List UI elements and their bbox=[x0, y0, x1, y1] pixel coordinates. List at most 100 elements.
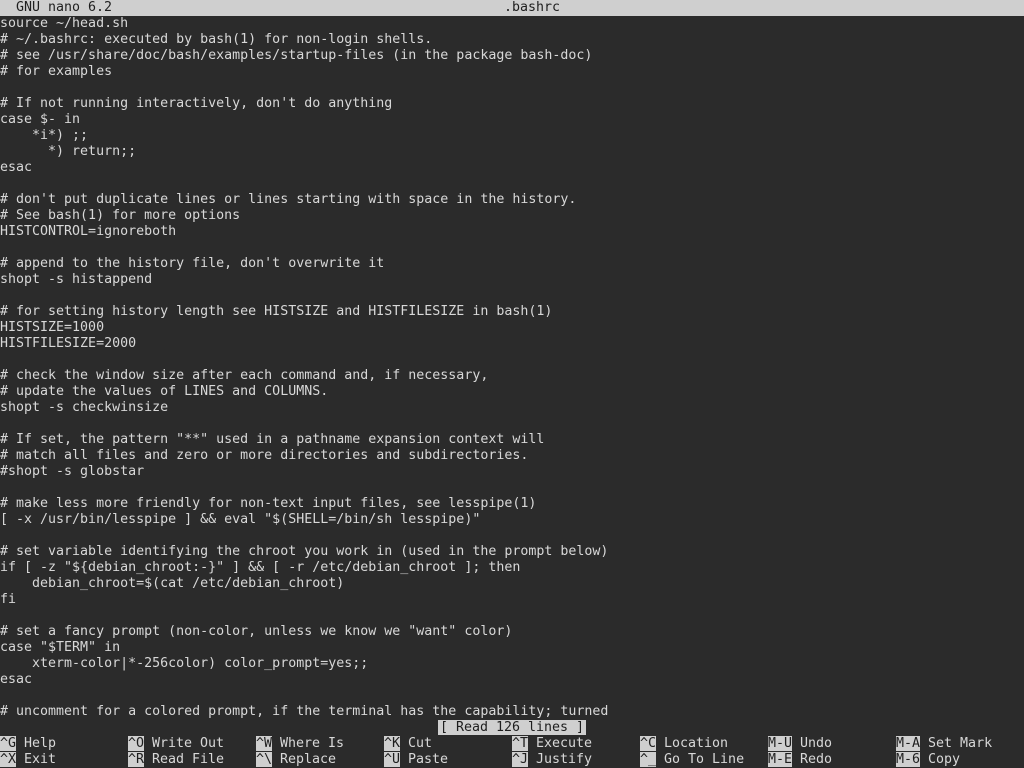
shortcut-bar: ^G Help ^X Exit ^O Write Out ^R Read File ^W Wher… bbox=[0, 736, 1024, 768]
code-line[interactable]: # set a fancy prompt (non-color, unless … bbox=[0, 624, 1024, 640]
code-line[interactable]: # If set, the pattern "**" used in a pat… bbox=[0, 432, 1024, 448]
shortcut-item[interactable]: ^R Read File bbox=[128, 752, 224, 768]
shortcut-label: Redo bbox=[800, 752, 833, 767]
code-line[interactable]: # ~/.bashrc: executed by bash(1) for non… bbox=[0, 32, 1024, 48]
code-line[interactable]: HISTSIZE=1000 bbox=[0, 320, 1024, 336]
shortcut-item[interactable]: ^K Cut bbox=[384, 736, 432, 752]
code-line[interactable]: source ~/head.sh bbox=[0, 16, 1024, 32]
shortcut-label: Undo bbox=[800, 736, 833, 751]
shortcut-key: ^J bbox=[512, 752, 529, 767]
shortcut-label: Go To Line bbox=[664, 752, 745, 767]
shortcut-label: Read File bbox=[152, 752, 225, 767]
shortcut-key: ^T bbox=[512, 736, 529, 751]
code-line[interactable]: fi bbox=[0, 592, 1024, 608]
shortcut-item[interactable]: ^W Where Is bbox=[256, 736, 344, 752]
shortcut-key: ^G bbox=[0, 736, 17, 751]
code-line[interactable]: case $- in bbox=[0, 112, 1024, 128]
code-line[interactable]: case "$TERM" in bbox=[0, 640, 1024, 656]
shortcut-key: M-A bbox=[896, 736, 921, 751]
nano-title-bar: GNU nano 6.2 .bashrc bbox=[0, 0, 1024, 16]
code-line[interactable]: esac bbox=[0, 160, 1024, 176]
shortcut-label: Exit bbox=[24, 752, 57, 767]
shortcut-item[interactable]: ^\ Replace bbox=[256, 752, 336, 768]
code-line[interactable]: # match all files and zero or more direc… bbox=[0, 448, 1024, 464]
code-line[interactable]: # set variable identifying the chroot yo… bbox=[0, 544, 1024, 560]
code-line[interactable] bbox=[0, 240, 1024, 256]
shortcut-item[interactable]: ^G Help bbox=[0, 736, 56, 752]
status-message: [ Read 126 lines ] bbox=[437, 720, 587, 735]
shortcut-label: Justify bbox=[536, 752, 593, 767]
shortcut-item[interactable]: M-A Set Mark bbox=[896, 736, 992, 752]
shortcut-key: ^U bbox=[384, 752, 401, 767]
code-line[interactable]: if [ -z "${debian_chroot:-}" ] && [ -r /… bbox=[0, 560, 1024, 576]
code-line[interactable]: esac bbox=[0, 672, 1024, 688]
shortcut-label: Where Is bbox=[280, 736, 345, 751]
shortcut-label: Copy bbox=[928, 752, 961, 767]
shortcut-item[interactable]: M-6 Copy bbox=[896, 752, 960, 768]
shortcut-label: Paste bbox=[408, 752, 449, 767]
shortcut-label: Cut bbox=[408, 736, 433, 751]
shortcut-key: M-6 bbox=[896, 752, 921, 767]
editor-text-area[interactable]: source ~/head.sh # ~/.bashrc: executed by… bbox=[0, 16, 1024, 720]
code-line[interactable]: # update the values of LINES and COLUMNS… bbox=[0, 384, 1024, 400]
shortcut-key: ^_ bbox=[640, 752, 657, 767]
status-bar: [ Read 126 lines ] bbox=[0, 720, 1024, 736]
editor-version: GNU nano 6.2 bbox=[16, 0, 113, 15]
code-line[interactable]: # append to the history file, don't over… bbox=[0, 256, 1024, 272]
shortcut-item[interactable]: ^U Paste bbox=[384, 752, 448, 768]
code-line[interactable]: # don't put duplicate lines or lines sta… bbox=[0, 192, 1024, 208]
code-line[interactable]: HISTFILESIZE=2000 bbox=[0, 336, 1024, 352]
code-line[interactable] bbox=[0, 80, 1024, 96]
shortcut-label: Replace bbox=[280, 752, 337, 767]
shortcut-key: ^\ bbox=[256, 752, 273, 767]
code-line[interactable]: shopt -s checkwinsize bbox=[0, 400, 1024, 416]
code-line[interactable] bbox=[0, 608, 1024, 624]
shortcut-label: Execute bbox=[536, 736, 593, 751]
shortcut-key: ^O bbox=[128, 736, 145, 751]
shortcut-label: Location bbox=[664, 736, 729, 751]
code-line[interactable]: xterm-color|*-256color) color_prompt=yes… bbox=[0, 656, 1024, 672]
code-line[interactable] bbox=[0, 288, 1024, 304]
shortcut-key: ^W bbox=[256, 736, 273, 751]
shortcut-key: ^K bbox=[384, 736, 401, 751]
code-line[interactable] bbox=[0, 416, 1024, 432]
shortcut-key: ^X bbox=[0, 752, 17, 767]
code-line[interactable]: # See bash(1) for more options bbox=[0, 208, 1024, 224]
code-line[interactable]: # uncomment for a colored prompt, if the… bbox=[0, 704, 1024, 720]
code-line[interactable] bbox=[0, 176, 1024, 192]
shortcut-label: Set Mark bbox=[928, 736, 993, 751]
file-name: .bashrc bbox=[504, 0, 561, 15]
shortcut-key: ^R bbox=[128, 752, 145, 767]
shortcut-label: Write Out bbox=[152, 736, 225, 751]
code-line[interactable]: *i*) ;; bbox=[0, 128, 1024, 144]
shortcut-item[interactable]: M-E Redo bbox=[768, 752, 832, 768]
code-line[interactable] bbox=[0, 688, 1024, 704]
code-line[interactable] bbox=[0, 528, 1024, 544]
code-line[interactable]: # for setting history length see HISTSIZ… bbox=[0, 304, 1024, 320]
code-line[interactable]: [ -x /usr/bin/lesspipe ] && eval "$(SHEL… bbox=[0, 512, 1024, 528]
code-line[interactable]: # check the window size after each comma… bbox=[0, 368, 1024, 384]
code-line[interactable] bbox=[0, 352, 1024, 368]
code-line[interactable]: *) return;; bbox=[0, 144, 1024, 160]
shortcut-key: ^C bbox=[640, 736, 657, 751]
shortcut-item[interactable]: ^J Justify bbox=[512, 752, 592, 768]
code-line[interactable]: # for examples bbox=[0, 64, 1024, 80]
code-line[interactable]: # see /usr/share/doc/bash/examples/start… bbox=[0, 48, 1024, 64]
shortcut-item[interactable]: ^X Exit bbox=[0, 752, 56, 768]
shortcut-key: M-U bbox=[768, 736, 793, 751]
code-line[interactable]: HISTCONTROL=ignoreboth bbox=[0, 224, 1024, 240]
code-line[interactable]: debian_chroot=$(cat /etc/debian_chroot) bbox=[0, 576, 1024, 592]
code-line[interactable] bbox=[0, 480, 1024, 496]
shortcut-label: Help bbox=[24, 736, 57, 751]
shortcut-item[interactable]: ^T Execute bbox=[512, 736, 592, 752]
code-line[interactable]: # If not running interactively, don't do… bbox=[0, 96, 1024, 112]
terminal-window: GNU nano 6.2 .bashrc source ~/head.sh # ~… bbox=[0, 0, 1024, 768]
shortcut-item[interactable]: ^O Write Out bbox=[128, 736, 224, 752]
code-line[interactable]: # make less more friendly for non-text i… bbox=[0, 496, 1024, 512]
shortcut-item[interactable]: ^C Location bbox=[640, 736, 728, 752]
shortcut-item[interactable]: M-U Undo bbox=[768, 736, 832, 752]
shortcut-item[interactable]: ^_ Go To Line bbox=[640, 752, 744, 768]
code-line[interactable]: #shopt -s globstar bbox=[0, 464, 1024, 480]
shortcut-key: M-E bbox=[768, 752, 793, 767]
code-line[interactable]: shopt -s histappend bbox=[0, 272, 1024, 288]
